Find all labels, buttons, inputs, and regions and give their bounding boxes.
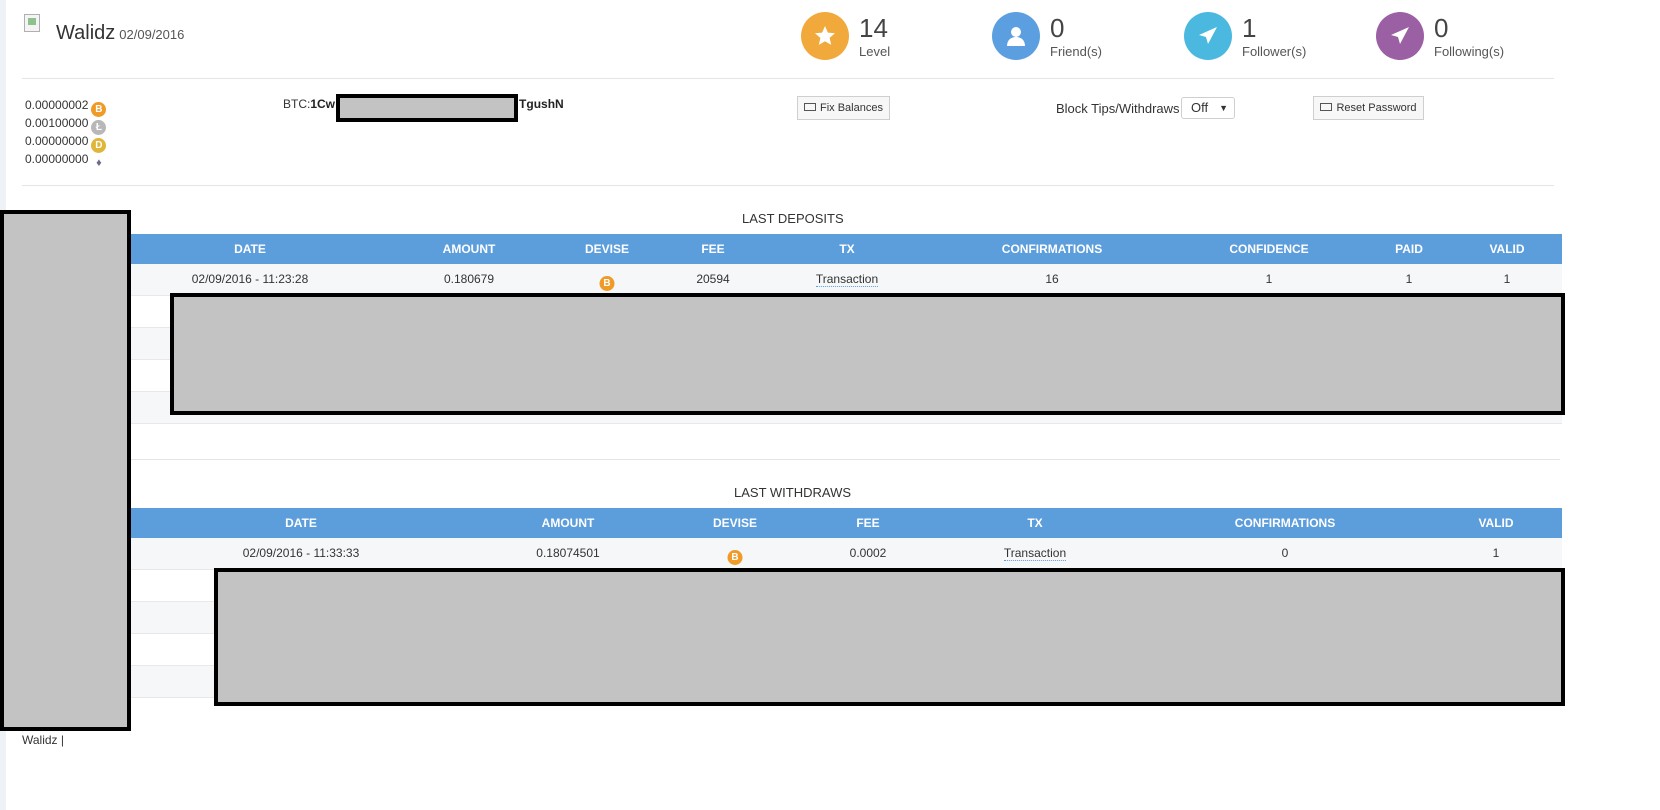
cell-amount: 0.180679 [443, 272, 495, 286]
column-confidence[interactable]: CONFIDENCE [1229, 234, 1308, 264]
withdraws-title: LAST WITHDRAWS [734, 485, 852, 500]
redaction-box [0, 210, 131, 731]
fix-balances-button[interactable]: Fix Balances [797, 96, 890, 120]
column-date[interactable]: DATE [285, 508, 317, 538]
balance-doge: 0.00000000 D [25, 133, 107, 153]
column-paid[interactable]: PAID [1395, 234, 1423, 264]
divider [22, 185, 1554, 186]
star-icon [801, 12, 849, 60]
transaction-link[interactable]: Transaction [1003, 546, 1067, 561]
cell-amount: 0.18074501 [536, 546, 600, 560]
divider [22, 78, 1554, 79]
cell-fee: 20594 [696, 272, 730, 286]
stat-value: 0 [1434, 13, 1449, 43]
paper-plane-icon [1184, 12, 1232, 60]
cell-fee: 0.0002 [849, 546, 887, 560]
table-row: 02/09/2016 - 11:33:33 0.18074501 B 0.000… [0, 538, 1562, 570]
column-amount[interactable]: AMOUNT [542, 508, 595, 538]
column-fee[interactable]: FEE [701, 234, 724, 264]
cell-devise: B [599, 264, 615, 295]
column-valid[interactable]: VALID [1478, 508, 1513, 538]
cell-paid: 1 [1405, 272, 1413, 286]
cell-confirmations: 16 [1045, 272, 1059, 286]
deposits-title: LAST DEPOSITS [742, 211, 844, 226]
column-tx[interactable]: TX [1027, 508, 1042, 538]
column-confirmations[interactable]: CONFIRMATIONS [1002, 234, 1102, 264]
stat-label: Friend(s) [1050, 44, 1103, 59]
keyboard-icon [804, 103, 816, 111]
footer-text: Walidz | [22, 733, 65, 747]
caret-down-icon: ▼ [1219, 103, 1228, 113]
keyboard-icon [1320, 103, 1333, 111]
column-date[interactable]: DATE [234, 234, 266, 264]
cell-tx: Transaction [815, 264, 879, 295]
balance-ltc: 0.00100000 Ł [25, 115, 107, 135]
stat-label: Level [859, 44, 891, 59]
column-valid[interactable]: VALID [1489, 234, 1524, 264]
stat-following[interactable]: 0 Following(s) [1376, 12, 1556, 62]
cell-valid: 1 [1492, 546, 1500, 560]
column-devise[interactable]: DEVISE [713, 508, 757, 538]
stat-level: 14 Level [801, 12, 981, 62]
block-tips-select[interactable]: Off ▼ [1181, 97, 1235, 119]
column-fee[interactable]: FEE [856, 508, 879, 538]
transaction-link[interactable]: Transaction [815, 272, 879, 287]
stat-label: Following(s) [1434, 44, 1505, 59]
cell-confirmations: 0 [1281, 546, 1289, 560]
stat-followers[interactable]: 1 Follower(s) [1184, 12, 1364, 62]
cell-tx: Transaction [1003, 538, 1067, 569]
paper-plane-icon [1376, 12, 1424, 60]
redaction-box [336, 94, 518, 122]
column-amount[interactable]: AMOUNT [443, 234, 496, 264]
divider [130, 459, 1560, 460]
profile-title: Walidz 02/09/2016 [56, 22, 184, 45]
stat-friends[interactable]: 0 Friend(s) [992, 12, 1172, 62]
cell-date: 02/09/2016 - 11:33:33 [242, 546, 360, 560]
username: Walidz [56, 22, 116, 44]
cell-valid: 1 [1503, 272, 1511, 286]
column-confirmations[interactable]: CONFIRMATIONS [1235, 508, 1335, 538]
ethereum-icon: ♦ [96, 157, 102, 169]
deposits-table-header: DATE AMOUNT DEVISE FEE TX CONFIRMATIONS … [0, 234, 1562, 264]
avatar [24, 14, 40, 32]
stat-value: 14 [859, 13, 888, 43]
column-tx[interactable]: TX [839, 234, 854, 264]
stat-label: Follower(s) [1242, 44, 1307, 59]
user-icon [992, 12, 1040, 60]
balance-btc: 0.00000002 B [25, 97, 107, 117]
redaction-box [214, 568, 1565, 706]
balance-eth: 0.00000000 ♦ [25, 151, 106, 169]
profile-date: 02/09/2016 [119, 27, 185, 42]
stat-value: 1 [1242, 13, 1257, 43]
column-devise[interactable]: DEVISE [585, 234, 629, 264]
stat-value: 0 [1050, 13, 1065, 43]
withdraws-table-header: DATE AMOUNT DEVISE FEE TX CONFIRMATIONS … [0, 508, 1562, 538]
cell-date: 02/09/2016 - 11:23:28 [191, 272, 309, 286]
block-tips-label: Block Tips/Withdraws [1056, 101, 1180, 116]
bitcoin-icon: B [727, 550, 743, 565]
bitcoin-icon: B [599, 276, 615, 291]
redaction-box [170, 293, 1565, 415]
table-row: 02/09/2016 - 11:23:28 0.180679 B 20594 T… [0, 264, 1562, 296]
reset-password-button[interactable]: Reset Password [1313, 96, 1424, 120]
cell-devise: B [727, 538, 743, 569]
cell-confidence: 1 [1265, 272, 1273, 286]
